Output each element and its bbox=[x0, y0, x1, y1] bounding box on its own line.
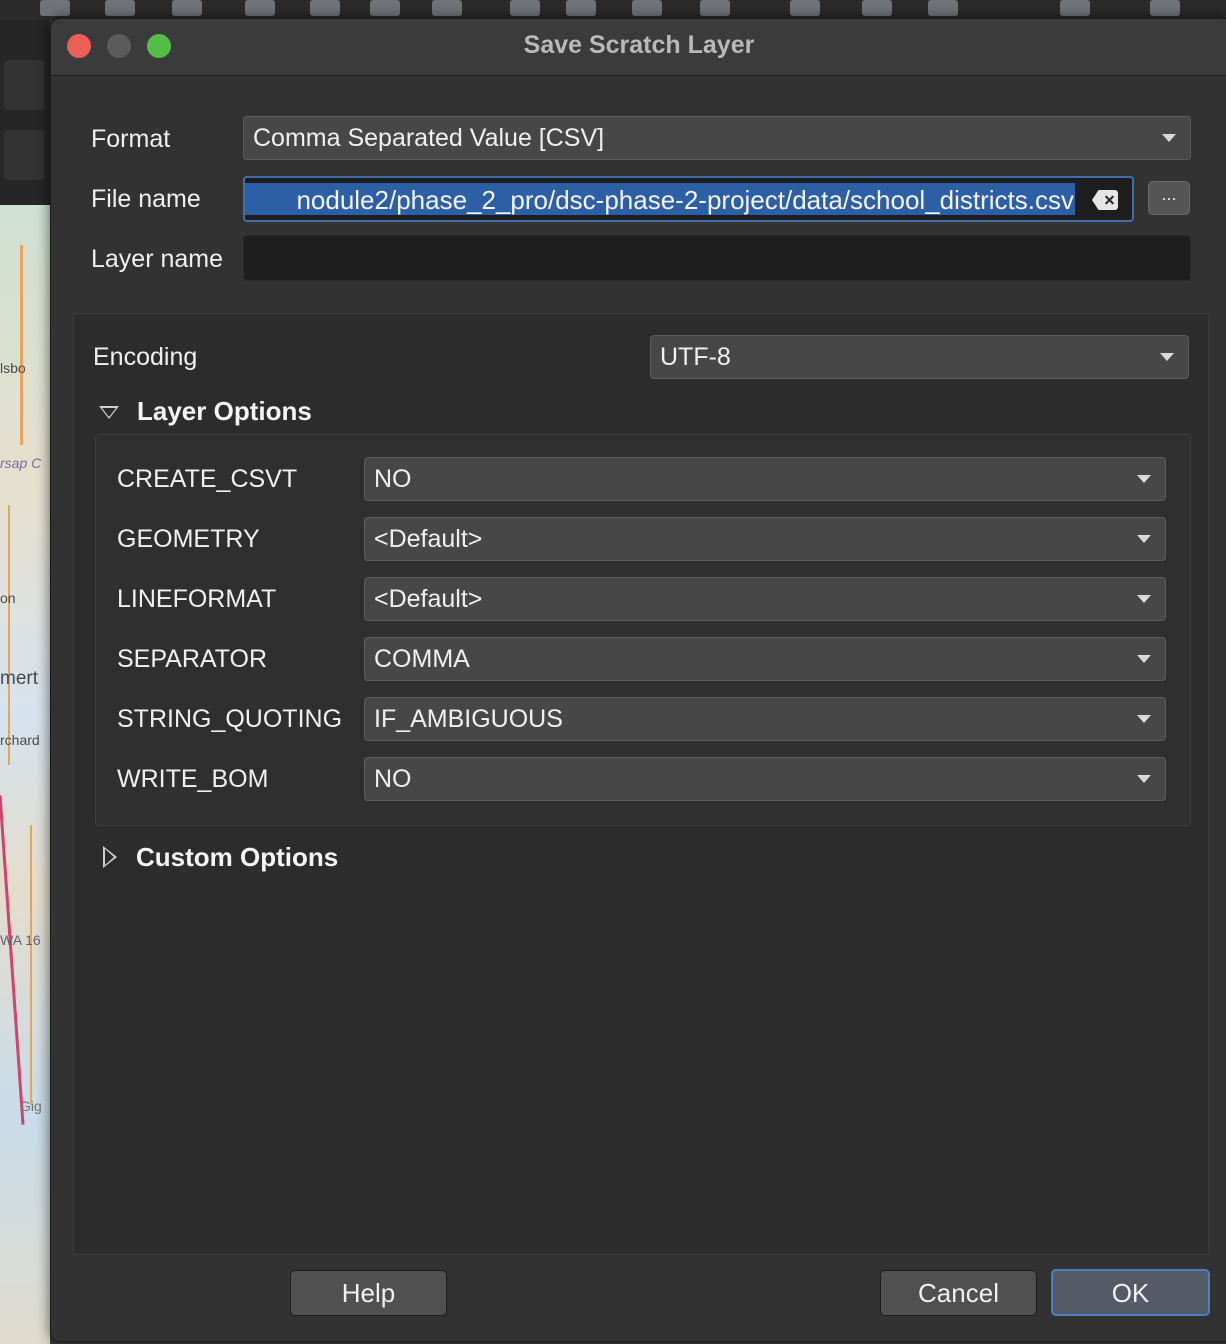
chevron-down-icon bbox=[1162, 134, 1176, 142]
tool-icon[interactable] bbox=[4, 60, 44, 110]
help-button[interactable]: Help bbox=[290, 1270, 447, 1316]
layer-options-header[interactable]: Layer Options bbox=[137, 396, 312, 427]
write-bom-value: NO bbox=[374, 765, 412, 793]
geometry-value: <Default> bbox=[374, 525, 483, 553]
chevron-down-icon bbox=[1160, 353, 1174, 361]
layername-label: Layer name bbox=[91, 245, 224, 273]
save-scratch-layer-dialog: Save Scratch Layer Format Comma Separate… bbox=[50, 18, 1226, 1342]
toolbar-icon[interactable] bbox=[432, 0, 462, 16]
filename-input[interactable]: nodule2/phase_2_pro/dsc-phase-2-project/… bbox=[243, 176, 1134, 222]
expand-triangle-icon[interactable] bbox=[103, 846, 117, 868]
layer-option-row: WRITE_BOM NO bbox=[96, 757, 1190, 803]
layer-option-label: SEPARATOR bbox=[117, 645, 268, 673]
layer-option-row: CREATE_CSVT NO bbox=[96, 457, 1190, 503]
cancel-button[interactable]: Cancel bbox=[880, 1270, 1037, 1316]
toolbar-icon[interactable] bbox=[632, 0, 662, 16]
toolbar-icon[interactable] bbox=[700, 0, 730, 16]
toolbar-icon[interactable] bbox=[105, 0, 135, 16]
dialog-title: Save Scratch Layer bbox=[523, 31, 755, 59]
layername-input[interactable] bbox=[243, 235, 1191, 281]
toolbar-icon[interactable] bbox=[40, 0, 70, 16]
map-label: lsbo bbox=[0, 360, 26, 376]
create-csvt-select[interactable]: NO bbox=[364, 457, 1166, 501]
app-toolbar bbox=[0, 0, 1226, 20]
toolbar-icon[interactable] bbox=[370, 0, 400, 16]
write-bom-select[interactable]: NO bbox=[364, 757, 1166, 801]
custom-options-header[interactable]: Custom Options bbox=[136, 842, 338, 873]
format-select[interactable]: Comma Separated Value [CSV] bbox=[243, 116, 1191, 160]
toolbar-icon[interactable] bbox=[862, 0, 892, 16]
toolbar-icon[interactable] bbox=[245, 0, 275, 16]
separator-value: COMMA bbox=[374, 645, 470, 673]
encoding-select[interactable]: UTF-8 bbox=[650, 335, 1189, 379]
layer-option-label: LINEFORMAT bbox=[117, 585, 277, 613]
toolbar-icon[interactable] bbox=[172, 0, 202, 16]
toolbar-icon[interactable] bbox=[928, 0, 958, 16]
layer-option-row: SEPARATOR COMMA bbox=[96, 637, 1190, 683]
format-select-value: Comma Separated Value [CSV] bbox=[253, 124, 605, 152]
layer-option-label: STRING_QUOTING bbox=[117, 705, 343, 733]
string-quoting-select[interactable]: IF_AMBIGUOUS bbox=[364, 697, 1166, 741]
tool-icon[interactable] bbox=[4, 130, 44, 180]
map-canvas[interactable]: lsbo rsap C on mert rchard WA 16 Gig bbox=[0, 205, 50, 1344]
map-label: rchard bbox=[0, 732, 40, 748]
lineformat-value: <Default> bbox=[374, 585, 483, 613]
toolbar-icon[interactable] bbox=[1060, 0, 1090, 16]
toolbar-icon[interactable] bbox=[1150, 0, 1180, 16]
chevron-down-icon bbox=[1137, 535, 1151, 543]
map-label: rsap C bbox=[0, 455, 42, 471]
chevron-down-icon bbox=[1137, 595, 1151, 603]
toolbar-icon[interactable] bbox=[566, 0, 596, 16]
chevron-down-icon bbox=[1137, 655, 1151, 663]
filename-label: File name bbox=[91, 185, 201, 213]
title-bar[interactable]: Save Scratch Layer bbox=[51, 19, 1226, 76]
geometry-select[interactable]: <Default> bbox=[364, 517, 1166, 561]
map-label: WA 16 bbox=[0, 932, 41, 948]
encoding-select-value: UTF-8 bbox=[660, 343, 731, 371]
separator-select[interactable]: COMMA bbox=[364, 637, 1166, 681]
filename-input-value: nodule2/phase_2_pro/dsc-phase-2-project/… bbox=[296, 185, 1074, 215]
map-label: Gig bbox=[20, 1098, 42, 1114]
toolbar-icon[interactable] bbox=[790, 0, 820, 16]
create-csvt-value: NO bbox=[374, 465, 412, 493]
layer-option-row: LINEFORMAT <Default> bbox=[96, 577, 1190, 623]
toolbar-icon[interactable] bbox=[510, 0, 540, 16]
layer-option-label: GEOMETRY bbox=[117, 525, 260, 553]
layer-option-row: GEOMETRY <Default> bbox=[96, 517, 1190, 563]
layer-option-row: STRING_QUOTING IF_AMBIGUOUS bbox=[96, 697, 1190, 743]
left-tool-panel bbox=[0, 20, 50, 205]
lineformat-select[interactable]: <Default> bbox=[364, 577, 1166, 621]
chevron-down-icon bbox=[1137, 475, 1151, 483]
format-label: Format bbox=[91, 125, 171, 153]
chevron-down-icon bbox=[1137, 775, 1151, 783]
browse-file-button[interactable]: ... bbox=[1148, 181, 1190, 215]
map-label: on bbox=[0, 590, 16, 606]
layer-options-group: CREATE_CSVT NO GEOMETRY <Default> LINEFO… bbox=[95, 434, 1191, 826]
map-label: mert bbox=[0, 668, 38, 689]
ok-button[interactable]: OK bbox=[1051, 1269, 1210, 1316]
layer-option-label: WRITE_BOM bbox=[117, 765, 269, 793]
chevron-down-icon bbox=[1137, 715, 1151, 723]
layer-option-label: CREATE_CSVT bbox=[117, 465, 298, 493]
encoding-label: Encoding bbox=[93, 343, 198, 371]
clear-icon[interactable] bbox=[1092, 190, 1118, 210]
toolbar-icon[interactable] bbox=[310, 0, 340, 16]
collapse-triangle-icon[interactable] bbox=[99, 406, 119, 419]
string-quoting-value: IF_AMBIGUOUS bbox=[374, 705, 563, 733]
